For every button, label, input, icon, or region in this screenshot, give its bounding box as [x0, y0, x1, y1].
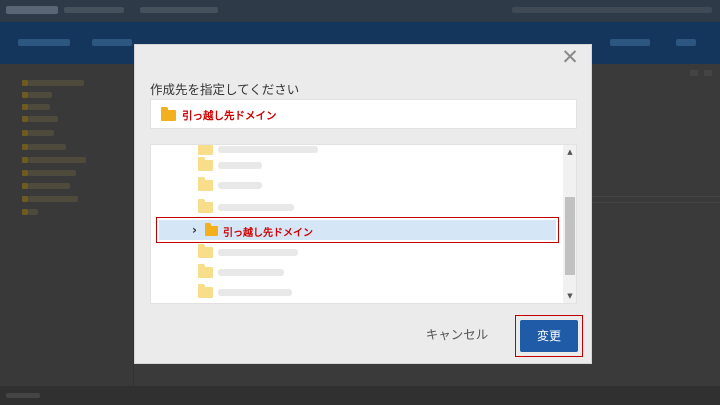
background-sidebar-row	[28, 116, 58, 122]
tree-item-label-redacted	[218, 204, 294, 211]
tree-item-label-redacted	[218, 182, 262, 189]
tree-item-label: 引っ越し先ドメイン	[223, 228, 313, 239]
tree-item-label-redacted	[218, 269, 284, 276]
background-top-bar	[0, 0, 720, 22]
background-button	[704, 70, 712, 76]
background-nav-item	[610, 39, 650, 46]
background-sidebar-row	[28, 144, 66, 150]
background-button	[690, 70, 698, 76]
background-sidebar-row	[28, 196, 78, 202]
highlighted-tree-item[interactable]: › 引っ越し先ドメイン	[156, 217, 559, 243]
background-sidebar	[0, 64, 134, 386]
background-nav-item	[18, 39, 70, 46]
background-footer-text	[6, 393, 40, 398]
selected-destination-label: 引っ越し先ドメイン	[182, 110, 277, 122]
dialog-title: 作成先を指定してください	[150, 82, 300, 97]
background-sidebar-row	[28, 92, 52, 98]
tree-item-label-redacted	[218, 162, 262, 169]
background-sidebar-row	[28, 104, 50, 110]
scroll-up-icon[interactable]: ▲	[563, 145, 576, 159]
scroll-down-icon[interactable]: ▼	[563, 289, 576, 303]
close-icon[interactable]: ✕	[559, 47, 581, 68]
tree-item-label-redacted	[218, 249, 298, 256]
background-divider	[592, 196, 720, 197]
background-logo	[6, 6, 58, 14]
background-user-menu	[512, 7, 712, 13]
tree-item-label-redacted	[218, 146, 318, 153]
folder-icon	[205, 223, 218, 236]
folder-icon	[198, 177, 213, 191]
cancel-button[interactable]: キャンセル	[417, 323, 497, 347]
folder-icon	[198, 264, 213, 278]
background-nav-item	[676, 39, 696, 46]
background-sidebar-row	[28, 130, 54, 136]
selected-destination-display: 引っ越し先ドメイン	[150, 99, 577, 129]
folder-icon	[198, 157, 213, 171]
tree-scrollbar[interactable]: ▲ ▼	[563, 145, 576, 303]
folder-icon	[198, 145, 213, 155]
folder-icon	[198, 199, 213, 213]
background-sidebar-row	[28, 157, 86, 163]
change-button[interactable]: 変更	[520, 320, 578, 352]
chevron-right-icon[interactable]: ›	[192, 223, 197, 237]
tree-item-label-redacted	[218, 289, 292, 296]
folder-tree[interactable]: › 引っ越し先ドメイン ▲ ▼	[150, 144, 577, 304]
background-tab	[140, 7, 218, 13]
background-subtitle	[64, 7, 124, 13]
destination-dialog: ✕ 作成先を指定してください 引っ越し先ドメイン › 引っ越し先ドメイン ▲ ▼…	[134, 44, 592, 364]
tree-item-selected-background: › 引っ越し先ドメイン	[159, 220, 556, 240]
background-sidebar-row	[28, 209, 38, 215]
background-footer	[0, 386, 720, 405]
folder-icon	[198, 244, 213, 258]
background-divider	[592, 202, 720, 203]
background-sidebar-row	[28, 183, 70, 189]
scrollbar-thumb[interactable]	[565, 197, 575, 275]
folder-icon	[198, 284, 213, 298]
confirm-button-annotation: 変更	[515, 315, 583, 357]
background-nav-item	[92, 39, 132, 46]
background-sidebar-row	[28, 80, 84, 86]
folder-icon	[161, 107, 176, 121]
background-sidebar-row	[28, 170, 76, 176]
